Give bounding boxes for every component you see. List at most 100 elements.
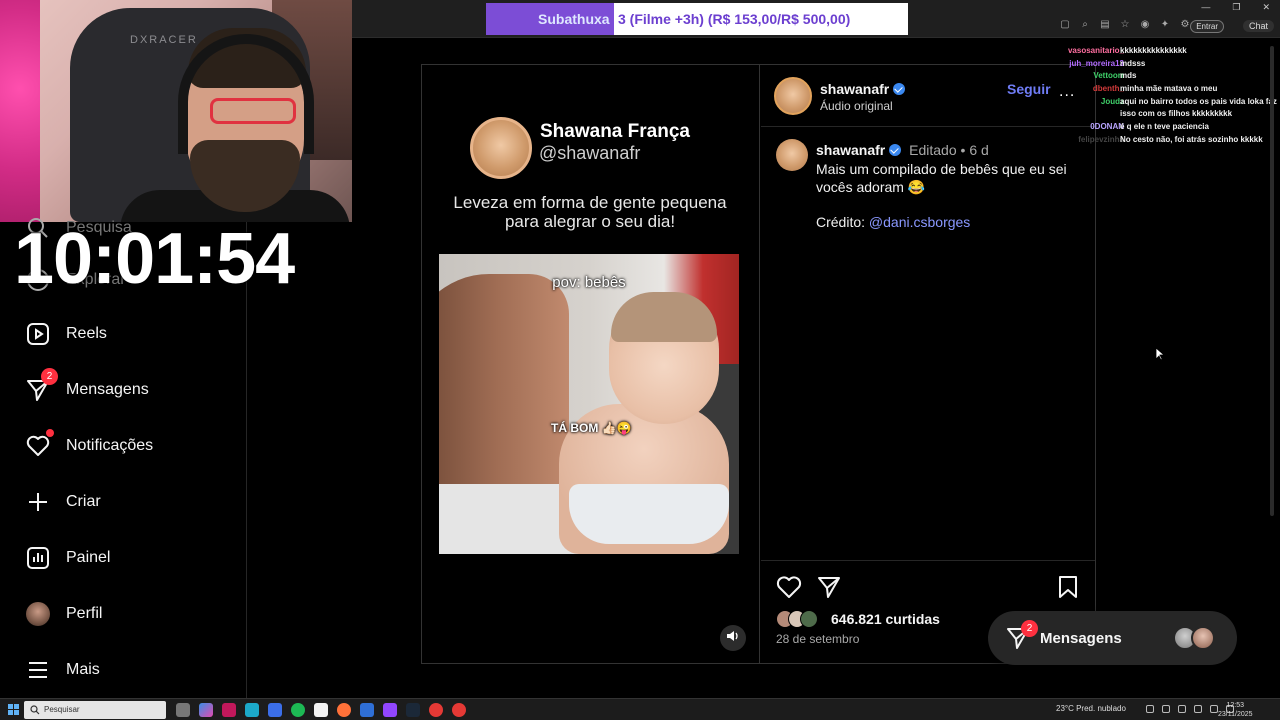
verified-badge-icon — [889, 144, 902, 156]
extension-icon[interactable]: ◉ — [1140, 19, 1150, 30]
steam-icon[interactable] — [406, 703, 420, 717]
menu-icon — [24, 656, 52, 684]
media-tagline: Leveza em forma de gente pequena para al… — [453, 193, 727, 231]
twitch-icon[interactable] — [383, 703, 397, 717]
chat-username[interactable]: felipevzinha — [1078, 135, 1124, 145]
author-username[interactable]: shawanafr — [820, 81, 906, 97]
apps-icon[interactable]: ▢ — [1060, 19, 1070, 30]
caption-avatar[interactable] — [776, 139, 808, 171]
chat-scrollbar[interactable] — [1270, 46, 1274, 516]
messages-badge: 2 — [41, 368, 58, 385]
sidebar-item-more[interactable]: Mais — [24, 650, 100, 690]
share-icon[interactable] — [817, 575, 841, 604]
bookmark-star-icon[interactable]: ☆ — [1120, 19, 1130, 30]
likes-count[interactable]: 646.821 curtidas — [831, 611, 940, 627]
firefox-icon[interactable] — [337, 703, 351, 717]
chat-message: felipevzinha No cesto não, foi atrás sozi… — [1030, 135, 1274, 148]
post-media[interactable]: Shawana França @shawanafr Leveza em form… — [422, 65, 760, 663]
tray-chevron-icon[interactable] — [1146, 705, 1154, 713]
messages-pill-badge: 2 — [1021, 620, 1038, 637]
window-controls: — ❐ ✕ — [1201, 2, 1270, 13]
zoom-icon[interactable]: ⌕ — [1080, 19, 1090, 30]
chat-username[interactable]: 0DONAN — [1090, 122, 1124, 132]
taskbar-weather[interactable]: 23°C Pred. nublado — [1056, 704, 1126, 713]
video-caption-top: pov: bebês — [552, 274, 626, 291]
tray-app-icon[interactable] — [1162, 705, 1170, 713]
credit-label: Crédito: — [816, 214, 866, 230]
author-username-text: shawanafr — [820, 81, 890, 97]
explorer-icon[interactable] — [360, 703, 374, 717]
taskbar-search[interactable]: Pesquisar — [24, 701, 166, 719]
subathon-label: Subathuxa — [486, 3, 614, 35]
credit-mention-link[interactable]: @dani.csborges — [869, 214, 970, 230]
mute-button[interactable] — [720, 625, 746, 651]
spotify-icon[interactable] — [291, 703, 305, 717]
reels-icon — [24, 320, 52, 348]
start-button-icon[interactable] — [8, 704, 19, 715]
bookmark-icon[interactable] — [1057, 575, 1079, 604]
chat-username[interactable]: juh_moreira13 — [1069, 59, 1124, 69]
copilot-chat-button[interactable]: Chat — [1242, 20, 1274, 32]
sidebar-item-label: Criar — [66, 493, 101, 510]
caption-separator: • — [960, 142, 966, 158]
taskbar-date: 23/11/2025 — [1218, 711, 1253, 718]
chat-message: 0DONAN é q ele n teve paciencia — [1030, 122, 1274, 135]
chat-text: aqui no bairro todos os pais vida loka f… — [1120, 96, 1277, 106]
restore-icon[interactable]: ❐ — [1232, 2, 1240, 13]
mouse-cursor-icon — [1155, 347, 1166, 366]
sidebar-item-messages[interactable]: 2 Mensagens — [24, 368, 149, 410]
notepad-icon[interactable] — [314, 703, 328, 717]
subathon-progress: 3 (Filme +3h) (R$ 153,00/R$ 500,00) — [614, 3, 908, 35]
chat-text: mds — [1120, 71, 1137, 81]
puzzle-icon[interactable]: ✦ — [1160, 19, 1170, 30]
liker-avatars[interactable] — [776, 610, 826, 628]
messages-pill-button[interactable]: 2 Mensagens — [988, 611, 1237, 665]
sidebar-item-label: Perfil — [66, 605, 103, 622]
original-audio-link[interactable]: Áudio original — [820, 99, 893, 113]
caption-username[interactable]: shawanafr — [816, 142, 885, 158]
sidebar-item-reels[interactable]: Reels — [24, 314, 107, 354]
obs-icon[interactable] — [429, 703, 443, 717]
copilot-icon[interactable] — [199, 703, 213, 717]
chat-message: juh_moreira13 mdsss — [1030, 59, 1274, 72]
author-avatar[interactable] — [774, 77, 812, 115]
settings-icon[interactable]: ⚙ — [1180, 19, 1190, 30]
app-icon[interactable] — [222, 703, 236, 717]
like-heart-icon[interactable] — [776, 575, 802, 604]
edge-icon[interactable] — [245, 703, 259, 717]
stream-chat-overlay: vasosanitario_ kkkkkkkkkkkkkkk juh_moreira… — [1030, 46, 1277, 148]
chat-message: Joudz aqui no bairro todos os pais vida l… — [1030, 96, 1277, 110]
close-icon[interactable]: ✕ — [1262, 2, 1270, 13]
dashboard-icon — [24, 544, 52, 572]
sidebar-item-notifications[interactable]: Notificações — [24, 426, 153, 466]
verified-badge-icon — [893, 83, 906, 95]
store-icon[interactable] — [268, 703, 282, 717]
wifi-icon[interactable] — [1178, 705, 1186, 713]
reader-icon[interactable]: ▤ — [1100, 19, 1110, 30]
notification-dot — [46, 429, 54, 437]
search-icon — [30, 705, 40, 715]
sidebar-item-label: Painel — [66, 549, 111, 566]
sidebar-item-create[interactable]: Criar — [24, 482, 101, 522]
media-creator-handle: @shawanafr — [539, 143, 641, 163]
sidebar-item-dashboard[interactable]: Painel — [24, 538, 110, 578]
taskbar-clock[interactable]: 12:53 23/11/2025 — [1218, 701, 1253, 719]
messages-pill-avatars — [1173, 626, 1219, 650]
browser-extension-icons: ▢ ⌕ ▤ ☆ ◉ ✦ ⚙ ▭ — [1060, 19, 1210, 30]
task-view-icon[interactable] — [176, 703, 190, 717]
video-baby-diaper — [569, 484, 729, 544]
volume-icon[interactable] — [1194, 705, 1202, 713]
chrome-icon[interactable] — [452, 703, 466, 717]
chat-username[interactable]: vasosanitario_ — [1068, 46, 1124, 56]
battery-icon[interactable] — [1210, 705, 1218, 713]
sidebar-item-profile[interactable]: Perfil — [24, 594, 102, 634]
minimize-icon[interactable]: — — [1201, 2, 1210, 13]
sign-in-button[interactable]: Entrar — [1190, 20, 1224, 33]
chat-text: é q ele n teve paciencia — [1120, 122, 1209, 132]
video-player[interactable]: pov: bebês TÁ BOM 👍🏻😜 — [439, 254, 739, 554]
chair-logo: DXRACER — [130, 34, 198, 46]
caption-credit: Crédito: @dani.csborges — [816, 214, 970, 230]
plus-icon — [24, 488, 52, 516]
post-date[interactable]: 28 de setembro — [776, 632, 859, 646]
chat-message: dbenth_ minha mãe matava o meu — [1030, 84, 1274, 97]
